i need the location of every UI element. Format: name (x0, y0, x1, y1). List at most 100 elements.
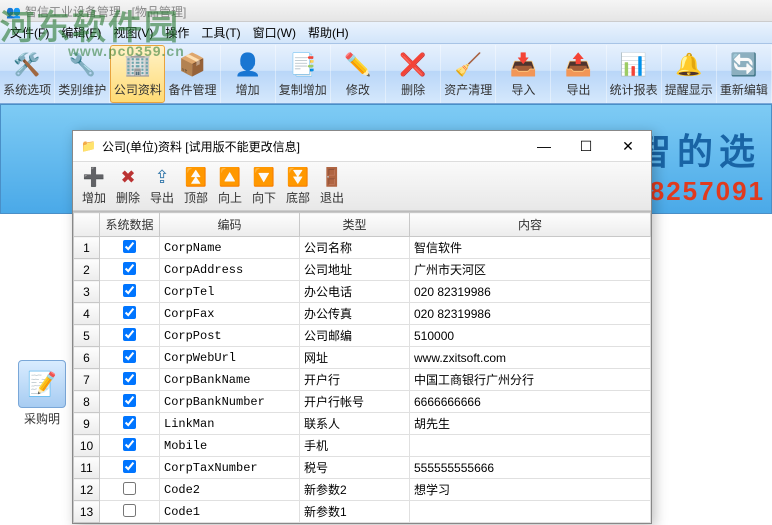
row-type[interactable]: 开户行帐号 (300, 391, 410, 413)
sysdata-checkbox[interactable] (123, 438, 136, 451)
row-content[interactable]: 020 82319986 (410, 281, 651, 303)
row-type[interactable]: 公司名称 (300, 237, 410, 259)
sysdata-checkbox[interactable] (123, 350, 136, 363)
row-type[interactable]: 税号 (300, 457, 410, 479)
row-type[interactable]: 办公电话 (300, 281, 410, 303)
tb-copyadd[interactable]: 📑复制增加 (276, 45, 331, 103)
col-type[interactable]: 类型 (300, 213, 410, 237)
row-sysdata[interactable] (100, 479, 160, 501)
menu-view[interactable]: 视图(V) (107, 24, 159, 41)
dialog-titlebar[interactable]: 📁 公司(单位)资料 [试用版不能更改信息] — ☐ ✕ (73, 131, 651, 161)
row-content[interactable]: 想学习 (410, 479, 651, 501)
row-type[interactable]: 公司邮编 (300, 325, 410, 347)
menu-window[interactable]: 窗口(W) (247, 24, 302, 41)
table-row[interactable]: 10Mobile手机 (74, 435, 651, 457)
row-type[interactable]: 新参数1 (300, 501, 410, 523)
row-sysdata[interactable] (100, 303, 160, 325)
table-row[interactable]: 7CorpBankName开户行中国工商银行广州分行 (74, 369, 651, 391)
row-type[interactable]: 网址 (300, 347, 410, 369)
row-sysdata[interactable] (100, 391, 160, 413)
row-code[interactable]: LinkMan (160, 413, 300, 435)
table-row[interactable]: 5CorpPost公司邮编510000 (74, 325, 651, 347)
table-row[interactable]: 9LinkMan联系人胡先生 (74, 413, 651, 435)
row-code[interactable]: CorpBankNumber (160, 391, 300, 413)
tb-reedit[interactable]: 🔄重新编辑 (717, 45, 772, 103)
row-content[interactable]: 广州市天河区 (410, 259, 651, 281)
tb-export[interactable]: 📤导出 (551, 45, 606, 103)
dlg-up-button[interactable]: 🔼向上 (213, 163, 247, 209)
tb-delete[interactable]: ❌删除 (386, 45, 441, 103)
minimize-button[interactable]: — (523, 132, 565, 160)
row-code[interactable]: Code3 (160, 523, 300, 524)
row-sysdata[interactable] (100, 281, 160, 303)
row-type[interactable]: 联系人 (300, 413, 410, 435)
sysdata-checkbox[interactable] (123, 482, 136, 495)
row-sysdata[interactable] (100, 523, 160, 524)
col-sysdata[interactable]: 系统数据 (100, 213, 160, 237)
dlg-export-button[interactable]: ⇪导出 (145, 163, 179, 209)
table-row[interactable]: 1CorpName公司名称智信软件 (74, 237, 651, 259)
sysdata-checkbox[interactable] (123, 284, 136, 297)
col-content[interactable]: 内容 (410, 213, 651, 237)
tb-statrep[interactable]: 📊统计报表 (607, 45, 662, 103)
row-sysdata[interactable] (100, 347, 160, 369)
row-content[interactable]: 555555555666 (410, 457, 651, 479)
tb-add[interactable]: 👤增加 (221, 45, 276, 103)
sysdata-checkbox[interactable] (123, 460, 136, 473)
row-type[interactable]: 开户行 (300, 369, 410, 391)
menu-help[interactable]: 帮助(H) (302, 24, 355, 41)
table-row[interactable]: 11CorpTaxNumber税号555555555666 (74, 457, 651, 479)
row-content[interactable]: 6666666666 (410, 391, 651, 413)
tb-sysopt[interactable]: 🛠️系统选项 (0, 45, 55, 103)
row-sysdata[interactable] (100, 325, 160, 347)
row-code[interactable]: CorpPost (160, 325, 300, 347)
sysdata-checkbox[interactable] (123, 240, 136, 253)
close-button[interactable]: ✕ (607, 132, 649, 160)
row-code[interactable]: CorpTaxNumber (160, 457, 300, 479)
tb-catmaint[interactable]: 🔧类别维护 (55, 45, 110, 103)
row-sysdata[interactable] (100, 259, 160, 281)
tb-corpinfo[interactable]: 🏢公司资料 (110, 45, 165, 103)
row-content[interactable]: 510000 (410, 325, 651, 347)
menu-operate[interactable]: 操作 (159, 24, 195, 41)
row-content[interactable]: 胡先生 (410, 413, 651, 435)
row-content[interactable]: 中国工商银行广州分行 (410, 369, 651, 391)
row-sysdata[interactable] (100, 501, 160, 523)
table-row[interactable]: 12Code2新参数2想学习 (74, 479, 651, 501)
table-row[interactable]: 13Code1新参数1 (74, 501, 651, 523)
row-type[interactable]: 公司地址 (300, 259, 410, 281)
tb-assetclean[interactable]: 🧹资产清理 (441, 45, 496, 103)
dlg-add-button[interactable]: ➕增加 (77, 163, 111, 209)
row-sysdata[interactable] (100, 237, 160, 259)
menu-tools[interactable]: 工具(T) (195, 24, 246, 41)
table-row[interactable]: 3CorpTel办公电话020 82319986 (74, 281, 651, 303)
col-code[interactable]: 编码 (160, 213, 300, 237)
row-code[interactable]: Code2 (160, 479, 300, 501)
sysdata-checkbox[interactable] (123, 262, 136, 275)
row-sysdata[interactable] (100, 369, 160, 391)
row-code[interactable]: CorpWebUrl (160, 347, 300, 369)
row-code[interactable]: Mobile (160, 435, 300, 457)
row-type[interactable]: 手机 (300, 435, 410, 457)
col-rownum[interactable] (74, 213, 100, 237)
maximize-button[interactable]: ☐ (565, 132, 607, 160)
dlg-delete-button[interactable]: ✖删除 (111, 163, 145, 209)
table-row[interactable]: 14Code3新参数3 (74, 523, 651, 524)
sysdata-checkbox[interactable] (123, 306, 136, 319)
tb-import[interactable]: 📥导入 (496, 45, 551, 103)
row-content[interactable] (410, 523, 651, 524)
row-content[interactable] (410, 435, 651, 457)
dlg-exit-button[interactable]: 🚪退出 (315, 163, 349, 209)
side-purchase[interactable]: 📝 采购明 (12, 360, 72, 427)
row-code[interactable]: CorpBankName (160, 369, 300, 391)
row-code[interactable]: Code1 (160, 501, 300, 523)
sysdata-checkbox[interactable] (123, 416, 136, 429)
row-sysdata[interactable] (100, 435, 160, 457)
menu-edit[interactable]: 编辑(E) (55, 24, 107, 41)
row-code[interactable]: CorpName (160, 237, 300, 259)
dlg-down-button[interactable]: 🔽向下 (247, 163, 281, 209)
sysdata-checkbox[interactable] (123, 372, 136, 385)
row-code[interactable]: CorpFax (160, 303, 300, 325)
menu-file[interactable]: 文件(F) (4, 24, 55, 41)
row-sysdata[interactable] (100, 457, 160, 479)
